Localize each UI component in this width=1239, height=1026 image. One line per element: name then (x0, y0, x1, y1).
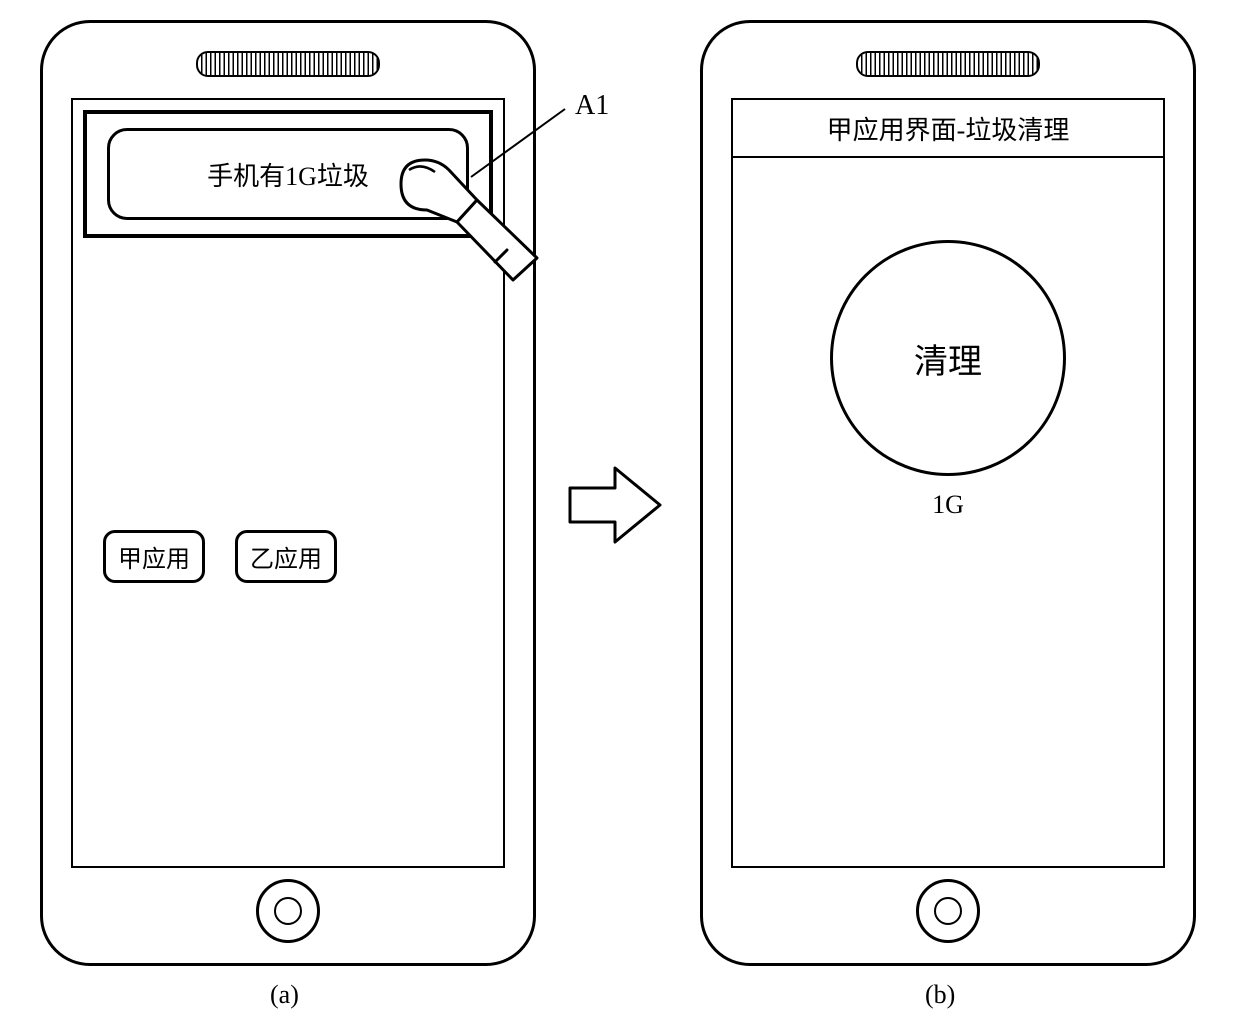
clean-button[interactable]: 清理 (830, 240, 1066, 476)
home-button[interactable] (916, 879, 980, 943)
caption-b: (b) (925, 980, 955, 1010)
app-row: 甲应用 乙应用 (103, 530, 337, 583)
finger-icon (395, 150, 565, 320)
notification-text: 手机有1G垃圾 (207, 156, 369, 193)
app-chip-jia[interactable]: 甲应用 (103, 530, 205, 583)
home-button[interactable] (256, 879, 320, 943)
transition-arrow-icon (565, 460, 665, 550)
app-title-bar: 甲应用界面-垃圾清理 (733, 100, 1163, 158)
app-label: 乙应用 (250, 547, 322, 573)
speaker-grille (856, 51, 1040, 77)
app-title-text: 甲应用界面-垃圾清理 (827, 110, 1070, 147)
app-label: 甲应用 (118, 547, 190, 573)
speaker-grille (196, 51, 380, 77)
callout-label-a1: A1 (575, 90, 609, 122)
junk-size-label: 1G (932, 490, 964, 520)
app-chip-yi[interactable]: 乙应用 (235, 530, 337, 583)
phone-b-screen: 甲应用界面-垃圾清理 清理 1G (731, 98, 1165, 868)
caption-a: (a) (270, 980, 299, 1010)
phone-b: 甲应用界面-垃圾清理 清理 1G (700, 20, 1196, 966)
clean-button-label: 清理 (914, 334, 982, 383)
